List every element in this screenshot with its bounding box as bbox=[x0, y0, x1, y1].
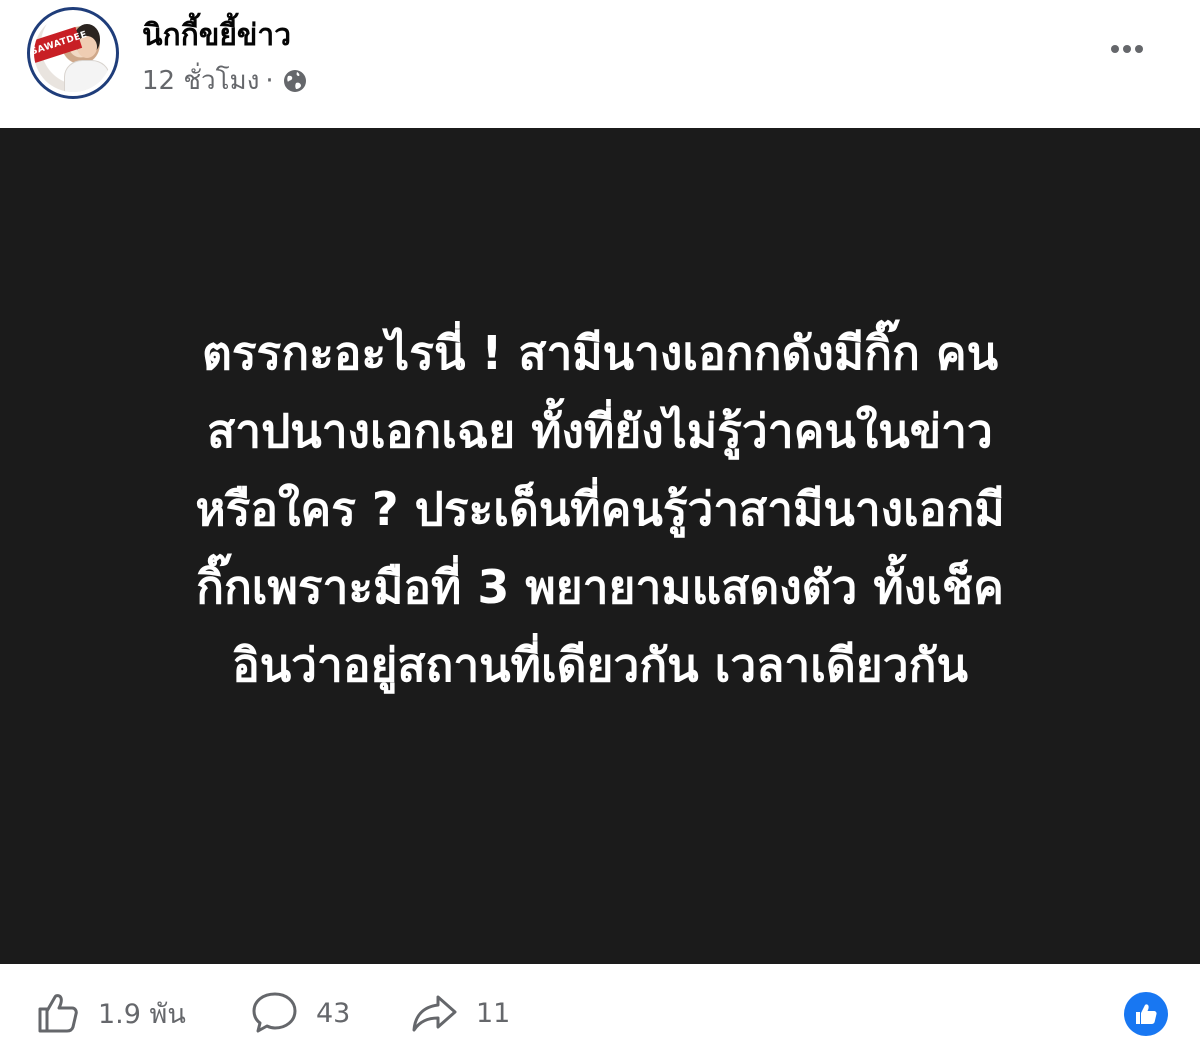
post-text: ตรรกะอะไรนี่ ! สามีนางเอกกดังมีกิ๊ก คน ส… bbox=[70, 314, 1130, 704]
avatar-shirt bbox=[64, 60, 110, 92]
post-text-line: ตรรกะอะไรนี่ ! สามีนางเอกกดังมีกิ๊ก คน bbox=[201, 326, 999, 380]
meta-separator: · bbox=[265, 65, 274, 96]
comment-button[interactable]: 43 bbox=[250, 988, 350, 1038]
comment-count: 43 bbox=[316, 997, 351, 1029]
like-reaction-icon[interactable] bbox=[1124, 992, 1168, 1036]
avatar-image: SAWATDEE bbox=[34, 14, 112, 92]
more-horizontal-icon bbox=[1111, 45, 1119, 53]
post-text-line: สาปนางเอกเฉย ทั้งที่ยังไม่รู้ว่าคนในข่าว bbox=[207, 404, 993, 458]
post-timestamp[interactable]: 12 ชั่วโมง bbox=[142, 60, 259, 101]
post-content-card[interactable]: ตรรกะอะไรนี่ ! สามีนางเอกกดังมีกิ๊ก คน ส… bbox=[0, 128, 1200, 964]
post-header: SAWATDEE นิกกี้ขยี้ข่าว 12 ชั่วโมง · bbox=[0, 0, 1200, 128]
share-count: 11 bbox=[476, 997, 511, 1029]
more-horizontal-icon bbox=[1123, 45, 1131, 53]
comment-icon bbox=[250, 989, 300, 1037]
thumbs-up-icon bbox=[34, 989, 82, 1037]
post-meta: 12 ชั่วโมง · bbox=[142, 60, 308, 101]
share-button[interactable]: 11 bbox=[410, 988, 510, 1038]
post-actions-bar: 1.9 พัน 43 11 bbox=[0, 964, 1200, 1059]
post-text-line: หรือใคร ? ประเด็นที่คนรู้ว่าสามีนางเอกมี bbox=[195, 482, 1005, 536]
page-avatar[interactable]: SAWATDEE bbox=[27, 7, 119, 99]
post-text-line: กิ๊กเพราะมือที่ 3 พยายามแสดงตัว ทั้งเช็ค bbox=[196, 560, 1004, 614]
share-icon bbox=[410, 989, 460, 1037]
like-count: 1.9 พัน bbox=[98, 998, 186, 1030]
facebook-post: SAWATDEE นิกกี้ขยี้ข่าว 12 ชั่วโมง · ตรร… bbox=[0, 0, 1200, 1059]
globe-icon[interactable] bbox=[282, 68, 308, 94]
avatar-logo-banner: SAWATDEE bbox=[34, 26, 89, 64]
like-button[interactable]: 1.9 พัน bbox=[34, 988, 186, 1038]
post-text-line: อินว่าอยู่สถานที่เดียวกัน เวลาเดียวกัน bbox=[232, 638, 968, 692]
page-name[interactable]: นิกกี้ขยี้ข่าว bbox=[142, 12, 291, 59]
more-horizontal-icon bbox=[1135, 45, 1143, 53]
more-options-button[interactable] bbox=[1102, 36, 1152, 62]
